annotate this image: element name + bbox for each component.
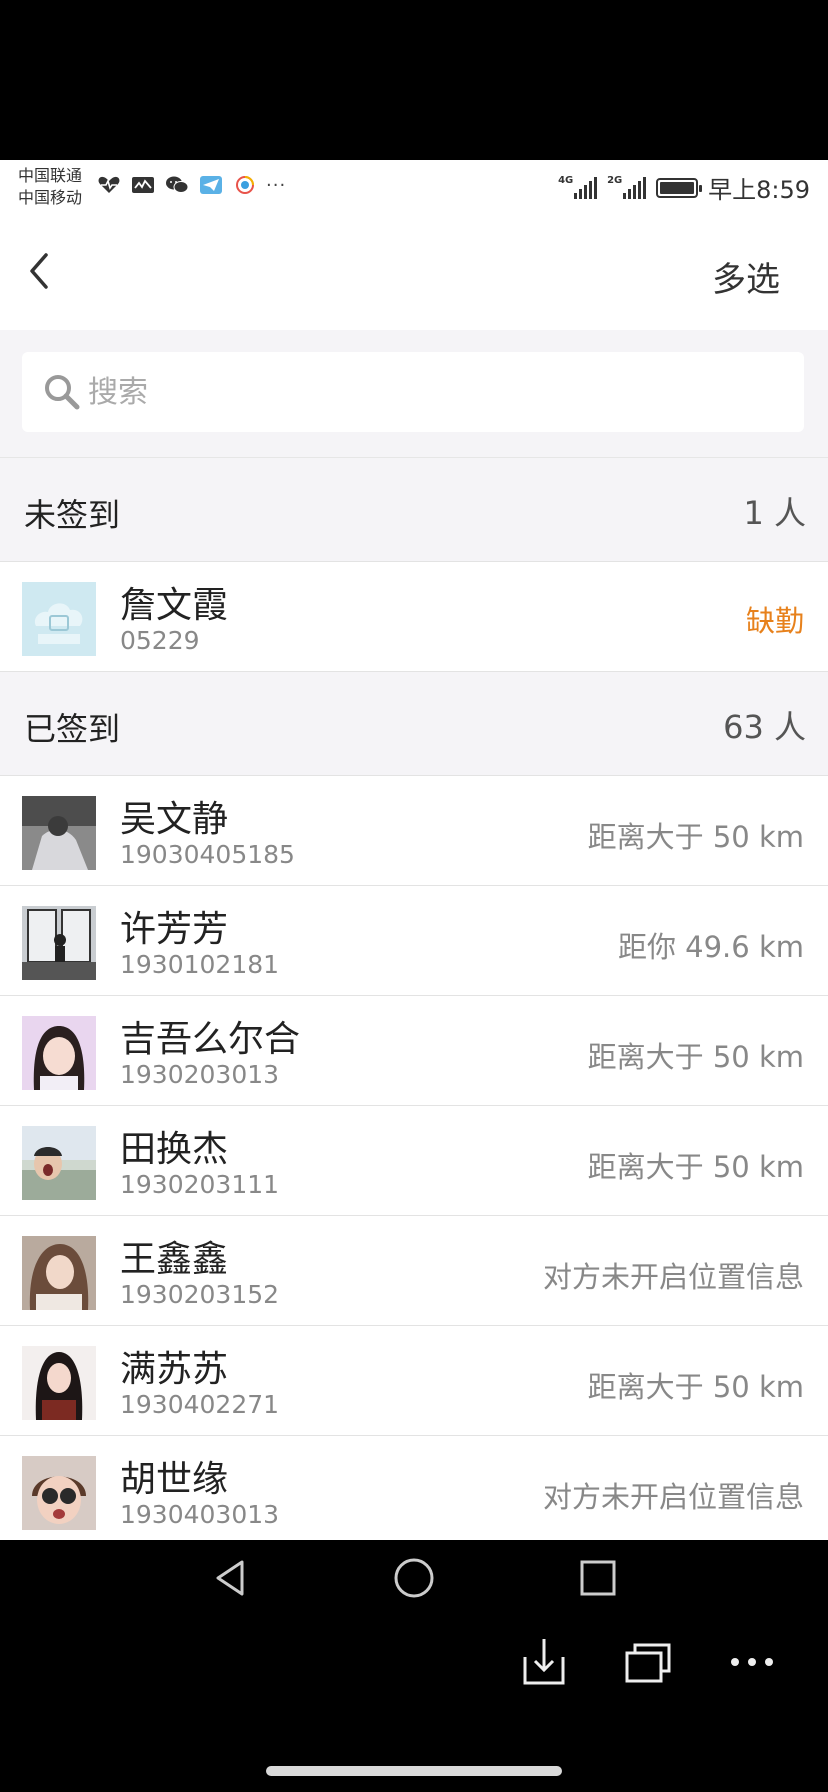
top-black-bar xyxy=(0,0,828,160)
status-right: 4G 2G 早上8:59 xyxy=(558,170,810,205)
member-id: 05229 xyxy=(120,626,200,655)
nav-bar: 多选 xyxy=(0,216,828,330)
network-type-1: 4G xyxy=(558,174,574,186)
list-item[interactable]: 詹文霞 05229 缺勤 xyxy=(0,562,828,672)
avatar xyxy=(22,906,96,980)
network-type-2: 2G xyxy=(607,174,623,186)
member-name: 吉吾么尔合 xyxy=(120,1019,301,1060)
member-location-status: 距离大于 50 km xyxy=(587,1370,804,1404)
signal-4g-icon: 4G xyxy=(558,174,598,199)
home-indicator[interactable] xyxy=(266,1766,562,1776)
avatar xyxy=(22,1236,96,1310)
list-item[interactable]: 许芳芳 1930102181 距你 49.6 km xyxy=(0,886,828,996)
avatar xyxy=(22,1016,96,1090)
member-location-status: 距离大于 50 km xyxy=(587,1040,804,1074)
member-id: 1930102181 xyxy=(120,950,280,979)
carrier-labels: 中国联通 中国移动 xyxy=(18,165,82,209)
member-id: 1930403013 xyxy=(120,1500,280,1529)
carrier-1: 中国联通 xyxy=(18,166,83,185)
home-circle-icon[interactable] xyxy=(384,1548,444,1608)
status-absent: 缺勤 xyxy=(745,604,804,638)
carrier-2: 中国移动 xyxy=(18,188,83,207)
activity-icon xyxy=(130,174,156,196)
avatar xyxy=(22,796,96,870)
notification-icons: ··· xyxy=(96,174,286,196)
search-input[interactable] xyxy=(88,352,788,432)
windows-icon[interactable] xyxy=(618,1632,678,1692)
member-location-status: 距你 49.6 km xyxy=(617,930,804,964)
search-area xyxy=(0,330,828,458)
section-title: 未签到 xyxy=(24,496,121,534)
member-id: 1930203152 xyxy=(120,1280,280,1309)
system-nav-bar xyxy=(0,1540,828,1792)
clock: 早上8:59 xyxy=(708,176,810,204)
chevron-left-icon xyxy=(30,253,48,289)
list-item[interactable]: 吉吾么尔合 1930203013 距离大于 50 km xyxy=(0,996,828,1106)
list-item[interactable]: 满苏苏 1930402271 距离大于 50 km xyxy=(0,1326,828,1436)
member-name: 王鑫鑫 xyxy=(120,1239,229,1280)
avatar xyxy=(22,1346,96,1420)
member-location-status: 对方未开启位置信息 xyxy=(542,1260,804,1294)
member-id: 1930203111 xyxy=(120,1170,280,1199)
paper-plane-icon xyxy=(198,174,224,196)
back-button[interactable] xyxy=(14,246,64,296)
section-title: 已签到 xyxy=(24,710,121,748)
list-item[interactable]: 王鑫鑫 1930203152 对方未开启位置信息 xyxy=(0,1216,828,1326)
multi-select-button[interactable]: 多选 xyxy=(712,252,780,301)
more-dots-icon: ··· xyxy=(266,174,287,196)
member-name: 吴文静 xyxy=(120,799,229,840)
avatar xyxy=(22,1456,96,1530)
search-icon xyxy=(45,375,80,410)
member-location-status: 距离大于 50 km xyxy=(587,1150,804,1184)
battery-icon xyxy=(656,177,703,198)
browser-icon xyxy=(232,174,258,196)
member-name: 许芳芳 xyxy=(120,909,229,950)
section-count: 63 人 xyxy=(723,708,806,746)
list-item[interactable]: 田换杰 1930203111 距离大于 50 km xyxy=(0,1106,828,1216)
section-header-not-signed: 未签到 1 人 xyxy=(0,458,828,562)
recents-square-icon[interactable] xyxy=(568,1548,628,1608)
signal-2g-icon: 2G xyxy=(607,174,647,199)
member-name: 满苏苏 xyxy=(120,1349,229,1390)
avatar xyxy=(22,1126,96,1200)
member-id: 1930203013 xyxy=(120,1060,280,1089)
download-icon[interactable] xyxy=(514,1632,574,1692)
more-dots-icon[interactable] xyxy=(722,1632,782,1692)
member-name: 田换杰 xyxy=(120,1129,229,1170)
section-count: 1 人 xyxy=(743,494,806,532)
avatar xyxy=(22,582,96,656)
search-box[interactable] xyxy=(22,352,804,432)
member-name: 詹文霞 xyxy=(120,585,229,626)
wechat-icon xyxy=(164,174,190,196)
member-id: 19030405185 xyxy=(120,840,295,869)
status-bar: 中国联通 中国移动 ··· 4G 2G 早上8:59 xyxy=(0,160,828,216)
section-header-signed: 已签到 63 人 xyxy=(0,672,828,776)
back-triangle-icon[interactable] xyxy=(200,1548,260,1608)
member-name: 胡世缘 xyxy=(120,1459,229,1500)
heart-rate-icon xyxy=(96,174,122,196)
member-id: 1930402271 xyxy=(120,1390,280,1419)
app-screen: 中国联通 中国移动 ··· 4G 2G 早上8:59 多选 搜索 未签到 1 人… xyxy=(0,160,828,1540)
member-location-status: 对方未开启位置信息 xyxy=(542,1480,804,1514)
list-item[interactable]: 吴文静 19030405185 距离大于 50 km xyxy=(0,776,828,886)
list-item[interactable]: 胡世缘 1930403013 对方未开启位置信息 xyxy=(0,1436,828,1540)
member-location-status: 距离大于 50 km xyxy=(587,820,804,854)
